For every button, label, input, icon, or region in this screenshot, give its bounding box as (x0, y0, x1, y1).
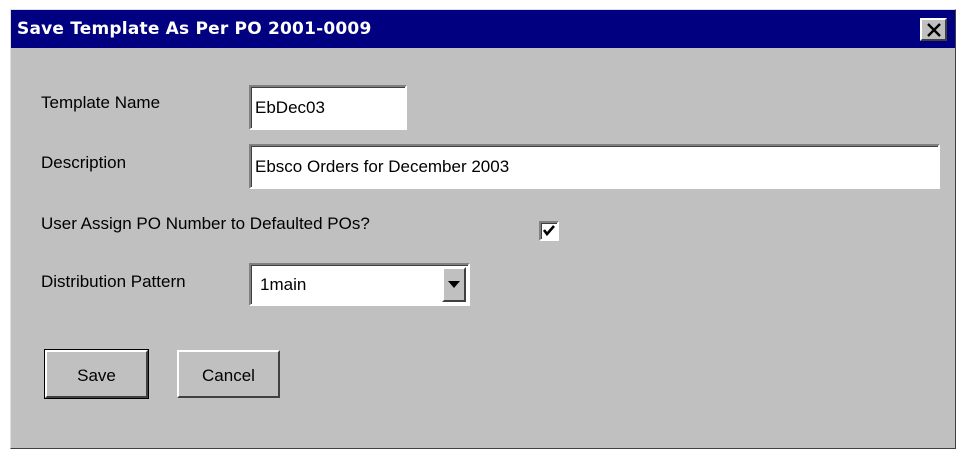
chevron-down-icon (448, 281, 460, 288)
dialog-titlebar[interactable]: Save Template As Per PO 2001-0009 (11, 10, 955, 48)
close-button[interactable] (920, 18, 947, 41)
close-icon (927, 23, 941, 37)
save-template-dialog: Save Template As Per PO 2001-0009 Templa… (10, 9, 956, 449)
distribution-pattern-select[interactable]: 1main (249, 263, 470, 306)
description-field[interactable] (249, 144, 940, 189)
dropdown-button[interactable] (442, 267, 466, 302)
checkmark-icon (542, 225, 555, 237)
cancel-button-label: Cancel (202, 366, 255, 385)
save-button[interactable]: Save (44, 349, 149, 399)
cancel-button[interactable]: Cancel (177, 350, 280, 398)
user-assign-checkbox[interactable] (539, 221, 559, 241)
user-assign-label: User Assign PO Number to Defaulted POs? (41, 214, 370, 233)
template-name-field[interactable] (249, 85, 407, 130)
distribution-pattern-value: 1main (260, 275, 307, 294)
description-label: Description (41, 153, 127, 172)
save-button-label: Save (77, 366, 116, 385)
dialog-title: Save Template As Per PO 2001-0009 (17, 19, 372, 39)
template-name-label: Template Name (41, 93, 161, 112)
distribution-pattern-label: Distribution Pattern (41, 272, 186, 291)
